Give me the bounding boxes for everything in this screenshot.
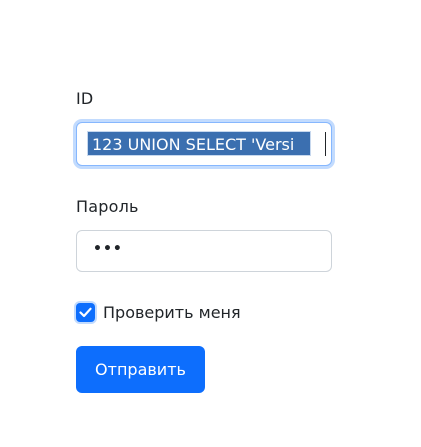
submit-button[interactable]: Отправить bbox=[76, 346, 205, 393]
password-label: Пароль bbox=[76, 197, 139, 216]
text-caret bbox=[325, 132, 326, 156]
remember-me-label[interactable]: Проверить меня bbox=[103, 303, 241, 322]
password-masked-value: ••• bbox=[93, 241, 123, 257]
id-input[interactable]: 123 UNION SELECT 'Versi bbox=[76, 122, 332, 166]
id-input-selected-text: 123 UNION SELECT 'Versi bbox=[87, 131, 311, 156]
id-label: ID bbox=[76, 89, 94, 108]
checkmark-icon bbox=[79, 307, 92, 317]
remember-me-row[interactable]: Проверить меня bbox=[76, 301, 241, 323]
login-form: ID 123 UNION SELECT 'Versi Пароль ••• Пр… bbox=[0, 0, 421, 447]
password-input[interactable]: ••• bbox=[76, 230, 332, 272]
remember-me-checkbox[interactable] bbox=[76, 302, 95, 322]
